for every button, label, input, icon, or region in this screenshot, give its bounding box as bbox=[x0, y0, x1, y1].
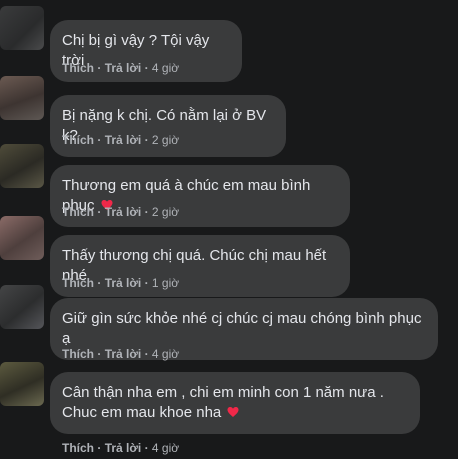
comment-timestamp[interactable]: 2 giờ bbox=[152, 133, 179, 147]
separator: · bbox=[144, 441, 149, 455]
like-link[interactable]: Thích bbox=[62, 133, 94, 147]
comment-text: Giữ gìn sức khỏe nhé cj chúc cj mau chón… bbox=[62, 310, 422, 347]
separator: · bbox=[97, 276, 102, 290]
separator: · bbox=[97, 441, 102, 455]
reply-link[interactable]: Trả lời bbox=[105, 441, 142, 455]
like-link[interactable]: Thích bbox=[62, 276, 94, 290]
like-link[interactable]: Thích bbox=[62, 441, 94, 455]
like-link[interactable]: Thích bbox=[62, 347, 94, 361]
like-link[interactable]: Thích bbox=[62, 61, 94, 75]
separator: · bbox=[144, 133, 149, 147]
avatar[interactable] bbox=[0, 144, 44, 188]
avatar[interactable] bbox=[0, 6, 44, 50]
heart-icon bbox=[227, 407, 239, 417]
separator: · bbox=[97, 133, 102, 147]
comment-timestamp[interactable]: 1 giờ bbox=[152, 276, 179, 290]
separator: · bbox=[144, 205, 149, 219]
comment-actions: Thích · Trả lời · 4 giờ bbox=[62, 441, 179, 455]
avatar[interactable] bbox=[0, 285, 44, 329]
like-link[interactable]: Thích bbox=[62, 205, 94, 219]
comment-timestamp[interactable]: 4 giờ bbox=[152, 61, 179, 75]
avatar[interactable] bbox=[0, 76, 44, 120]
comment-timestamp[interactable]: 4 giờ bbox=[152, 347, 179, 361]
avatar[interactable] bbox=[0, 216, 44, 260]
comment-actions: Thích · Trả lời · 4 giờ bbox=[62, 347, 179, 361]
comment-actions: Thích · Trả lời · 2 giờ bbox=[62, 133, 179, 147]
separator: · bbox=[144, 276, 149, 290]
comment-bubble: Bị nặng k chị. Có nằm lại ở BV k? bbox=[50, 95, 286, 157]
separator: · bbox=[97, 61, 102, 75]
reply-link[interactable]: Trả lời bbox=[105, 347, 142, 361]
reply-link[interactable]: Trả lời bbox=[105, 133, 142, 147]
reply-link[interactable]: Trả lời bbox=[105, 205, 142, 219]
comment-actions: Thích · Trả lời · 4 giờ bbox=[62, 61, 179, 75]
reply-link[interactable]: Trả lời bbox=[105, 276, 142, 290]
comment-bubble: Cân thận nha em , chi em minh con 1 năm … bbox=[50, 372, 420, 434]
separator: · bbox=[97, 205, 102, 219]
separator: · bbox=[144, 61, 149, 75]
comment-text: Cân thận nha em , chi em minh con 1 năm … bbox=[62, 384, 384, 421]
separator: · bbox=[144, 347, 149, 361]
comment-actions: Thích · Trả lời · 2 giờ bbox=[62, 205, 179, 219]
avatar[interactable] bbox=[0, 362, 44, 406]
comment-timestamp[interactable]: 2 giờ bbox=[152, 205, 179, 219]
reply-link[interactable]: Trả lời bbox=[105, 61, 142, 75]
comment-timestamp[interactable]: 4 giờ bbox=[152, 441, 179, 455]
comment-actions: Thích · Trả lời · 1 giờ bbox=[62, 276, 179, 290]
separator: · bbox=[97, 347, 102, 361]
